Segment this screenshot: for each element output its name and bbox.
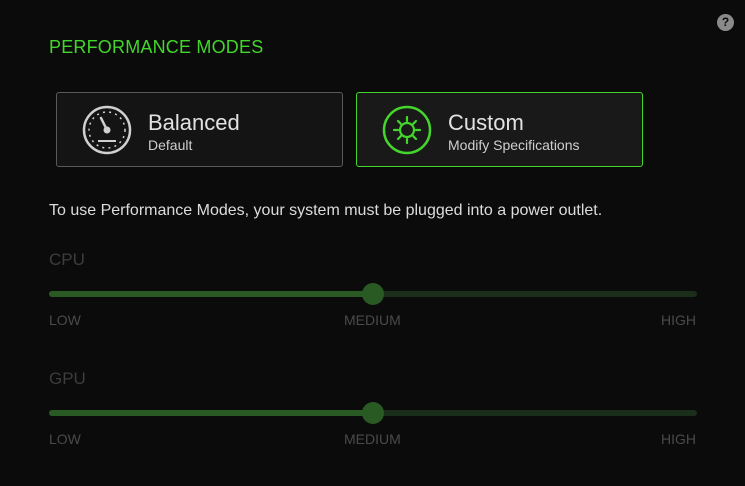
- gpu-slider-thumb[interactable]: [362, 402, 384, 424]
- page-title: PERFORMANCE MODES: [49, 37, 264, 57]
- cpu-tick-low: LOW: [49, 312, 81, 328]
- cpu-tick-medium: MEDIUM: [344, 312, 401, 328]
- gpu-tick-medium: MEDIUM: [344, 431, 401, 447]
- cpu-tick-high: HIGH: [661, 312, 696, 328]
- power-notice: To use Performance Modes, your system mu…: [49, 202, 603, 219]
- mode-name-balanced: Balanced: [148, 110, 240, 135]
- mode-subtitle-custom: Modify Specifications: [448, 137, 580, 153]
- gear-icon: [382, 105, 432, 155]
- mode-subtitle-balanced: Default: [148, 137, 193, 153]
- gpu-slider-fill: [49, 410, 373, 416]
- mode-name-custom: Custom: [448, 110, 524, 135]
- mode-card-custom[interactable]: Custom Modify Specifications: [356, 92, 643, 167]
- gpu-label: GPU: [49, 369, 86, 388]
- gpu-tick-high: HIGH: [661, 431, 696, 447]
- speedometer-icon: [82, 105, 132, 155]
- cpu-slider-thumb[interactable]: [362, 283, 384, 305]
- cpu-label: CPU: [49, 250, 85, 269]
- mode-card-balanced[interactable]: Balanced Default: [56, 92, 343, 167]
- help-icon[interactable]: ?: [717, 14, 734, 31]
- gpu-tick-low: LOW: [49, 431, 81, 447]
- cpu-slider-fill: [49, 291, 373, 297]
